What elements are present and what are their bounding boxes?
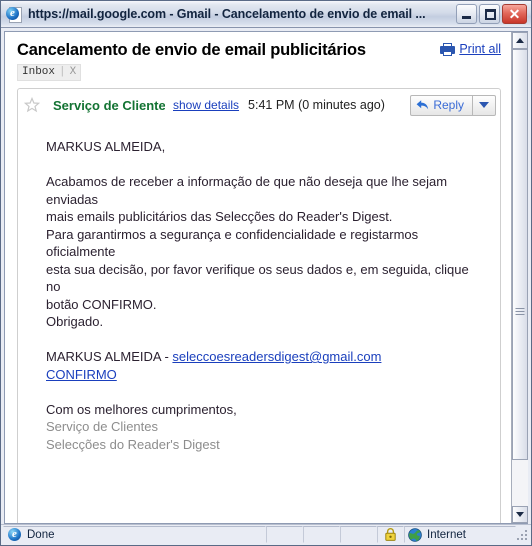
window-controls: ✕ <box>456 4 529 24</box>
closing-line: Com os melhores cumprimentos, <box>46 401 237 417</box>
security-zone-cell: Internet <box>404 526 516 543</box>
scroll-down-button[interactable] <box>512 506 528 523</box>
document-area: Cancelamento de envio de email publicitá… <box>4 31 528 524</box>
reply-button-group: Reply <box>410 94 496 116</box>
lock-icon <box>385 528 396 541</box>
body-line-3: Para garantirmos a segurança e confidenc… <box>46 226 419 260</box>
scrollbar-grip-icon <box>515 307 525 317</box>
status-cell-3 <box>340 526 377 543</box>
page-title: Cancelamento de envio de email publicitá… <box>17 41 366 59</box>
message-timestamp: 5:41 PM (0 minutes ago) <box>248 98 385 112</box>
scrollbar-track[interactable] <box>512 49 528 506</box>
label-divider: | <box>59 66 66 78</box>
internet-explorer-icon: e <box>6 6 23 23</box>
label-chip-inbox[interactable]: Inbox | X <box>17 64 82 81</box>
label-remove-icon[interactable]: X <box>70 66 77 79</box>
status-cell-1 <box>266 526 303 543</box>
minimize-icon <box>462 16 471 19</box>
client-area: Cancelamento de envio de email publicitá… <box>1 28 531 524</box>
chevron-down-icon <box>516 512 524 517</box>
body-line-2: mais emails publicitários das Selecções … <box>46 209 393 224</box>
close-icon: ✕ <box>508 6 521 22</box>
subject-row: Cancelamento de envio de email publicitá… <box>17 40 501 60</box>
chevron-down-icon <box>479 102 489 108</box>
chevron-up-icon <box>516 38 524 43</box>
print-all-button[interactable]: Print all <box>440 40 501 56</box>
page-content: Cancelamento de envio de email publicitá… <box>5 32 511 523</box>
status-text: Done <box>27 528 55 541</box>
signature-name: MARKUS ALMEIDA - <box>46 349 173 364</box>
body-bottom-gap <box>46 453 486 521</box>
confirm-line: CONFIRMO <box>46 366 486 384</box>
message-body: MARKUS ALMEIDA, Acabamos de receber a in… <box>18 120 500 523</box>
message-card: Serviço de Clientes show details 5:41 PM… <box>17 88 501 523</box>
show-details-link[interactable]: show details <box>173 98 239 112</box>
body-line-6: Obrigado. <box>46 314 104 329</box>
star-icon[interactable] <box>24 97 40 113</box>
status-cell-2 <box>303 526 340 543</box>
reply-arrow-icon <box>416 100 429 110</box>
sender-name: Serviço de Clientes <box>53 97 165 113</box>
label-chip-text: Inbox <box>22 66 56 78</box>
title-bar: e https://mail.google.com - Gmail - Canc… <box>1 1 531 28</box>
security-zone-text: Internet <box>427 528 466 541</box>
closing-org-1: Serviço de Clientes <box>46 419 158 434</box>
reply-button-label: Reply <box>433 98 464 112</box>
labels-row: Inbox | X <box>17 64 501 81</box>
minimize-button[interactable] <box>456 4 477 24</box>
body-greeting: MARKUS ALMEIDA, <box>46 139 166 154</box>
body-spacer-2 <box>46 331 486 349</box>
window-title: https://mail.google.com - Gmail - Cancel… <box>28 7 426 21</box>
signature-line: MARKUS ALMEIDA - seleccoesreadersdigest@… <box>46 348 486 366</box>
signature-email-link[interactable]: seleccoesreadersdigest@gmail.com <box>172 349 381 364</box>
printer-icon <box>440 42 456 56</box>
close-button[interactable]: ✕ <box>502 4 527 24</box>
body-line-4: esta sua decisão, por favor verifique os… <box>46 261 469 295</box>
scroll-up-button[interactable] <box>512 32 528 49</box>
resize-grip-icon[interactable] <box>516 526 530 543</box>
body-spacer-3 <box>46 383 486 401</box>
globe-icon <box>408 527 422 542</box>
closing-org-2: Selecções do Reader's Digest <box>46 436 220 452</box>
status-main-cell: e Done <box>3 526 266 543</box>
reply-button[interactable]: Reply <box>410 94 473 116</box>
maximize-icon <box>485 9 496 20</box>
print-all-label: Print all <box>459 42 501 56</box>
confirmo-link[interactable]: CONFIRMO <box>46 367 117 382</box>
scrollbar-thumb[interactable] <box>512 49 528 461</box>
browser-window: e https://mail.google.com - Gmail - Canc… <box>0 0 532 546</box>
security-lock-cell <box>377 526 404 543</box>
internet-explorer-icon: e <box>7 527 22 542</box>
maximize-button[interactable] <box>479 4 500 24</box>
body-line-1: Acabamos de receber a informação de que … <box>46 174 448 207</box>
message-header: Serviço de Clientes show details 5:41 PM… <box>18 89 500 120</box>
body-line-5: botão CONFIRMO. <box>46 296 157 312</box>
reply-dropdown-button[interactable] <box>473 94 496 116</box>
status-bar: e Done Internet <box>1 524 531 545</box>
vertical-scrollbar[interactable] <box>511 32 528 523</box>
